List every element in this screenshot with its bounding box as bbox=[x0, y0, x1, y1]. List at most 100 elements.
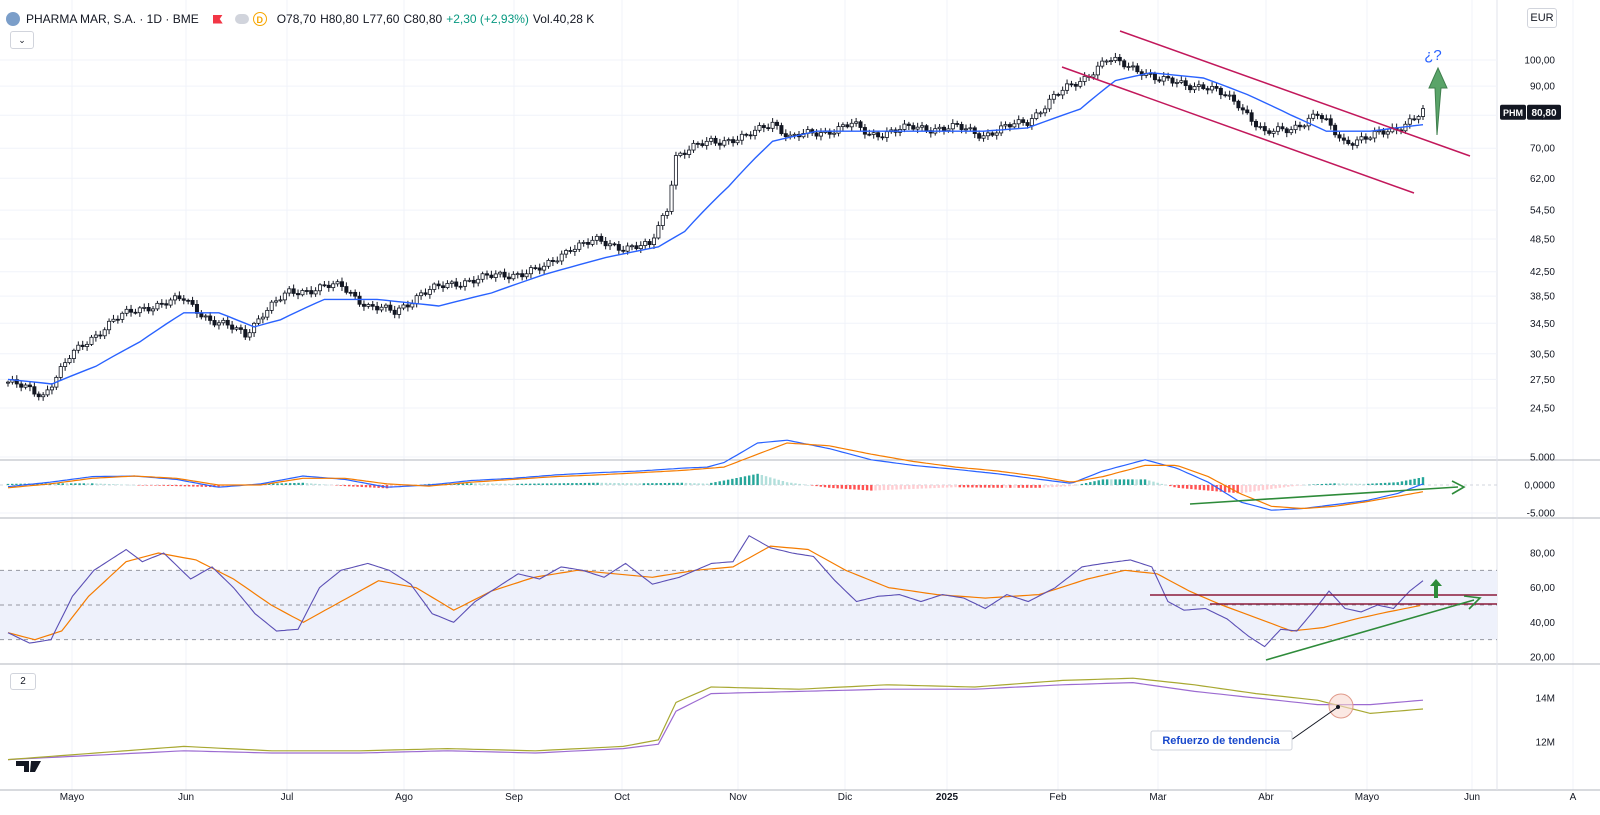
macd-histogram-bar bbox=[15, 483, 18, 485]
candle-body bbox=[216, 322, 221, 326]
macd-histogram-bar bbox=[1409, 479, 1412, 485]
candle-body bbox=[1337, 134, 1342, 139]
candle-body bbox=[1311, 113, 1316, 119]
macd-histogram-bar bbox=[844, 485, 848, 489]
candle-body bbox=[269, 301, 274, 311]
macd-histogram-bar bbox=[284, 483, 288, 485]
candle-body bbox=[282, 292, 287, 301]
macd-histogram-bar bbox=[133, 485, 136, 486]
candle-body bbox=[423, 292, 428, 295]
candle-body bbox=[71, 349, 76, 359]
macd-histogram-bar bbox=[718, 481, 721, 485]
macd-histogram-bar bbox=[318, 484, 321, 485]
macd-histogram-bar bbox=[735, 478, 738, 485]
candle-body bbox=[1201, 84, 1206, 89]
currency-selector[interactable]: EUR bbox=[1527, 8, 1557, 28]
candle-body bbox=[392, 309, 397, 315]
candle-body bbox=[911, 125, 916, 130]
macd-histogram-bar bbox=[360, 485, 363, 488]
candle-body bbox=[564, 250, 569, 255]
candle-body bbox=[1346, 139, 1351, 144]
candle-body bbox=[753, 129, 758, 136]
macd-histogram-bar bbox=[200, 485, 203, 487]
candle-body bbox=[1183, 80, 1188, 87]
macd-histogram-bar bbox=[503, 483, 507, 485]
macd-histogram-bar bbox=[865, 485, 869, 491]
macd-histogram-bar bbox=[714, 482, 717, 485]
delayed-data-badge[interactable]: D bbox=[252, 12, 267, 26]
price-tick-label: 90,00 bbox=[1530, 82, 1555, 93]
candle-body bbox=[203, 315, 208, 318]
candle-body bbox=[651, 237, 656, 245]
pane-indicator-count[interactable]: 2 bbox=[10, 673, 36, 690]
candle-body bbox=[445, 283, 450, 289]
macd-histogram-bar bbox=[579, 482, 582, 485]
macd-histogram-bar bbox=[86, 483, 90, 485]
candle-body bbox=[102, 329, 107, 337]
candle-body bbox=[876, 132, 881, 138]
candle-body bbox=[1174, 82, 1179, 84]
chart-canvas[interactable]: Mayo Jun Jul Ago Sep Oct Nov Dic 2025 Feb Mar Abr Ma… bbox=[0, 0, 1600, 815]
candle-body bbox=[67, 358, 72, 364]
macd-histogram-bar bbox=[192, 485, 195, 487]
macd-histogram-bar bbox=[684, 482, 688, 485]
candle-body bbox=[524, 273, 529, 278]
macd-histogram-bar bbox=[945, 485, 949, 488]
macd-histogram-bar bbox=[95, 483, 98, 485]
macd-histogram-bar bbox=[162, 485, 166, 486]
session-pill-icon bbox=[234, 14, 249, 24]
macd-histogram-bar bbox=[352, 485, 355, 487]
collapse-legend-button[interactable]: ⌄ bbox=[10, 31, 34, 49]
candle-body bbox=[151, 308, 156, 312]
candle-body bbox=[172, 295, 177, 301]
candle-body bbox=[1372, 131, 1377, 139]
candle-body bbox=[427, 289, 432, 295]
macd-histogram-bar bbox=[175, 485, 178, 487]
macd-histogram-bar bbox=[1160, 483, 1164, 485]
candle-body bbox=[920, 125, 925, 128]
macd-histogram-bar bbox=[596, 482, 599, 485]
candle-body bbox=[520, 273, 525, 278]
candle-body bbox=[1073, 83, 1078, 87]
candle-body bbox=[80, 344, 85, 347]
candle-body bbox=[1161, 76, 1166, 82]
macd-histogram-bar bbox=[790, 482, 793, 485]
macd-histogram-bar bbox=[874, 485, 877, 491]
macd-histogram-bar bbox=[1105, 479, 1109, 485]
symbol-title[interactable]: PHARMA MAR, S.A. · 1D · BME bbox=[26, 12, 199, 26]
macd-histogram-bar bbox=[554, 483, 557, 485]
candle-body bbox=[1016, 119, 1021, 125]
macd-histogram-bar bbox=[1362, 483, 1366, 485]
candle-body bbox=[1007, 124, 1012, 128]
tradingview-logo-icon bbox=[16, 761, 41, 772]
macd-histogram-bar bbox=[1101, 479, 1105, 485]
macd-histogram-bar bbox=[1367, 483, 1370, 485]
macd-histogram-bar bbox=[288, 483, 292, 485]
candle-body bbox=[1025, 122, 1030, 126]
macd-histogram-bar bbox=[950, 485, 953, 488]
candle-body bbox=[1381, 130, 1386, 135]
macd-histogram-bar bbox=[849, 485, 852, 490]
candle-body bbox=[1029, 118, 1034, 126]
candle-body bbox=[89, 336, 94, 345]
macd-histogram-bar bbox=[785, 482, 789, 485]
macd-histogram-bar bbox=[646, 483, 650, 485]
macd-line bbox=[7, 439, 1424, 511]
candle-body bbox=[836, 126, 841, 134]
candle-body bbox=[186, 299, 191, 302]
candle-body bbox=[199, 312, 204, 318]
macd-histogram-bar bbox=[592, 482, 595, 485]
macd-histogram-bar bbox=[1240, 485, 1244, 494]
macd-histogram-bar bbox=[1388, 482, 1391, 485]
candle-body bbox=[915, 126, 920, 130]
macd-signal-line bbox=[7, 442, 1424, 509]
macd-histogram-bar bbox=[1194, 485, 1197, 490]
candle-body bbox=[955, 123, 960, 125]
macd-histogram-bar bbox=[533, 483, 536, 485]
candle-body bbox=[322, 284, 327, 287]
macd-histogram-bar bbox=[1185, 485, 1189, 489]
candle-body bbox=[717, 142, 722, 146]
x-tick-label: Mayo bbox=[1355, 792, 1380, 803]
macd-histogram-bar bbox=[187, 485, 191, 487]
macd-histogram-bar bbox=[1312, 484, 1315, 485]
